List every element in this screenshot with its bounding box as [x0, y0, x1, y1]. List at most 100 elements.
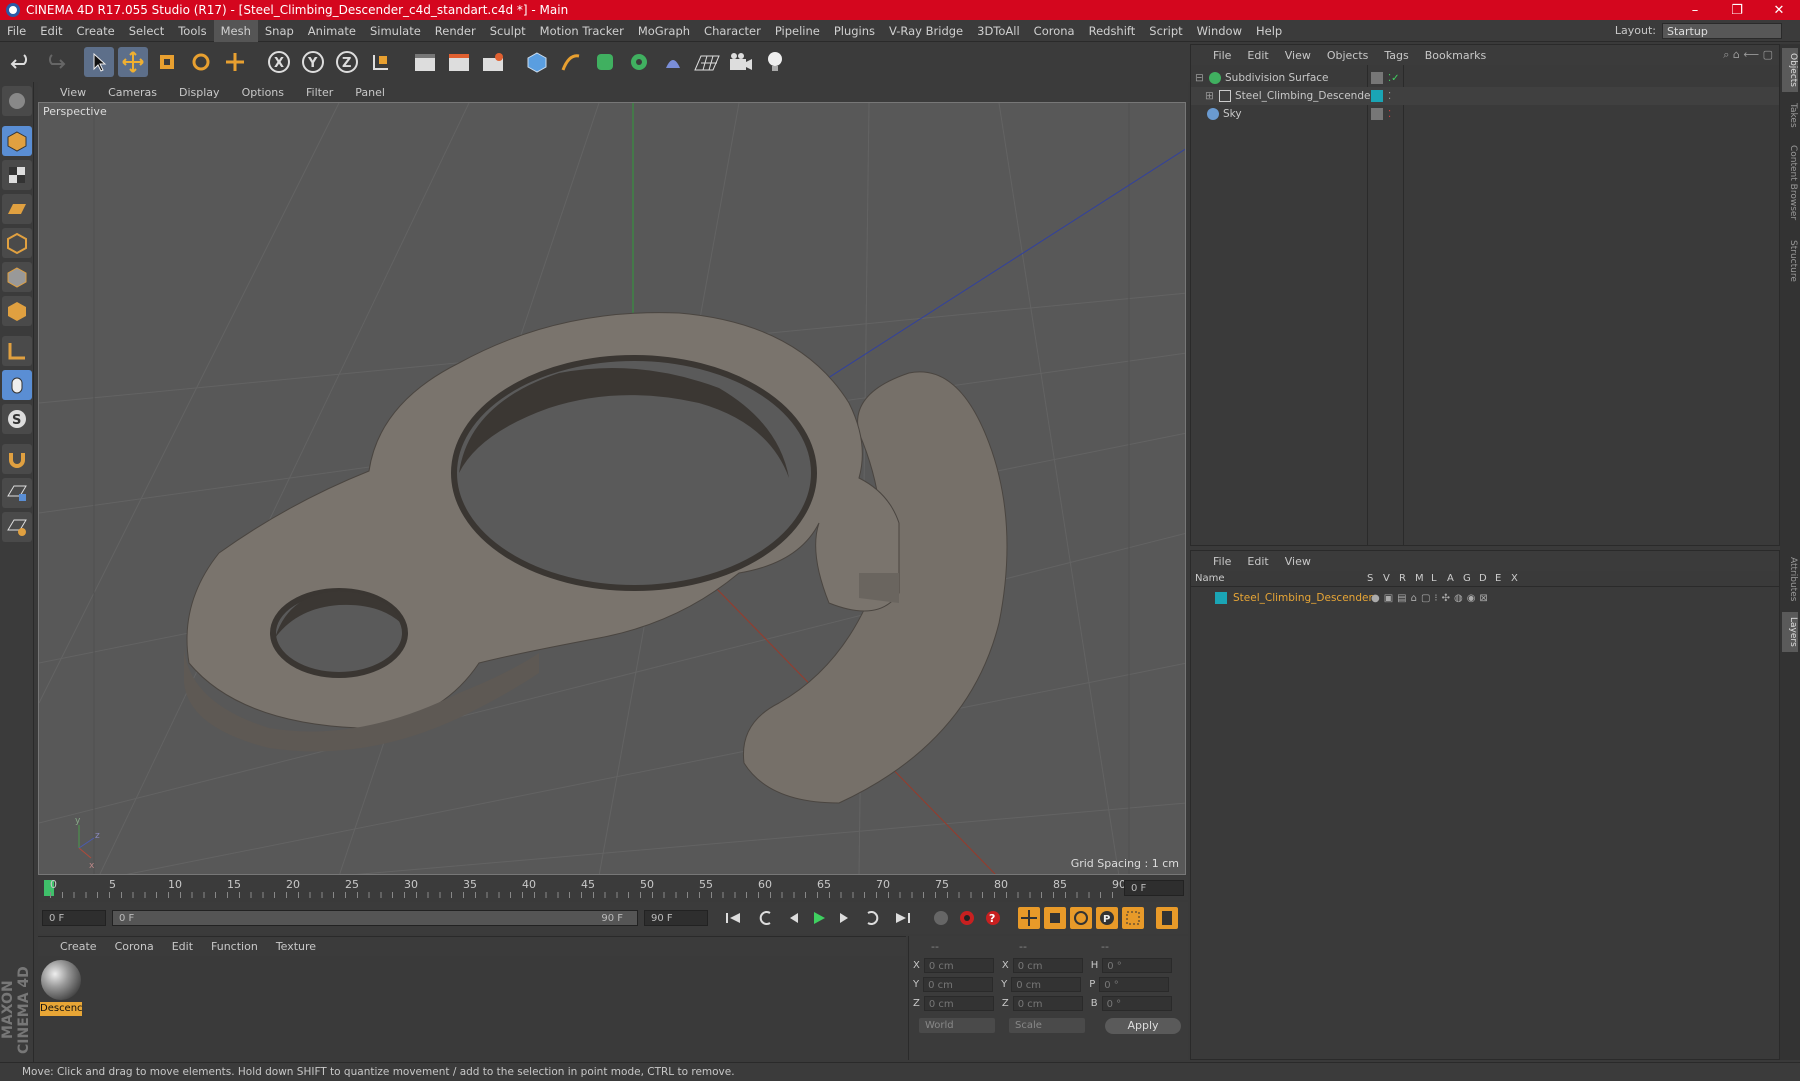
menu-plugins[interactable]: Plugins: [827, 20, 882, 42]
menu-create[interactable]: Create: [70, 20, 122, 42]
menu-redshift[interactable]: Redshift: [1082, 20, 1143, 42]
light-button[interactable]: [760, 47, 790, 77]
menu-simulate[interactable]: Simulate: [363, 20, 428, 42]
column-render[interactable]: R: [1399, 573, 1415, 584]
axis-mode-button[interactable]: [2, 336, 32, 366]
viewport-menu-filter[interactable]: Filter: [295, 86, 344, 99]
tab-layers[interactable]: Layers: [1782, 612, 1798, 652]
viewport-menu-options[interactable]: Options: [231, 86, 295, 99]
object-manager-search-icon[interactable]: ⌕ ⌂ ⟵ ▢: [1723, 48, 1779, 62]
key-position-button[interactable]: [1018, 907, 1040, 929]
live-select-button[interactable]: [220, 47, 250, 77]
rotate-tool-button[interactable]: [186, 47, 216, 77]
column-deformers[interactable]: D: [1479, 573, 1495, 584]
column-animation[interactable]: A: [1447, 573, 1463, 584]
menu-script[interactable]: Script: [1142, 20, 1189, 42]
key-pla-button[interactable]: [1122, 907, 1144, 929]
start-frame-field[interactable]: 0 F: [42, 910, 106, 926]
column-view[interactable]: V: [1383, 573, 1399, 584]
key-scale-button[interactable]: [1044, 907, 1066, 929]
layer-row-steel-climbing-descender[interactable]: Steel_Climbing_Descender ●▣▤⌂▢⁝✣◍◉⊠: [1191, 589, 1779, 607]
timeline-ruler[interactable]: 0 5 10 15 20 25 30 35 40 45 50 55 60 65 …: [38, 876, 1188, 900]
layer-menu-edit[interactable]: Edit: [1239, 555, 1276, 568]
model-mode-button[interactable]: [2, 126, 32, 156]
floor-button[interactable]: [692, 47, 722, 77]
tab-takes[interactable]: Takes: [1782, 98, 1798, 132]
column-manager[interactable]: M: [1415, 573, 1431, 584]
magnet-button[interactable]: [2, 444, 32, 474]
render-settings-button[interactable]: [478, 47, 508, 77]
column-generators[interactable]: G: [1463, 573, 1479, 584]
object-row-steel-climbing-descender[interactable]: ⊞ Steel_Climbing_Descender ⁚: [1191, 87, 1779, 105]
menu-window[interactable]: Window: [1190, 20, 1249, 42]
tab-content-browser[interactable]: Content Browser: [1782, 140, 1798, 226]
point-mode-button[interactable]: [2, 228, 32, 258]
position-z-field[interactable]: 0 cm: [923, 996, 994, 1011]
menu-corona[interactable]: Corona: [1027, 20, 1082, 42]
layer-tag-icon[interactable]: [1371, 108, 1383, 120]
menu-mesh[interactable]: Mesh: [213, 19, 258, 42]
coordinate-mode-dropdown[interactable]: World: [919, 1018, 995, 1033]
material-menu-texture[interactable]: Texture: [267, 940, 325, 953]
next-key-button[interactable]: [860, 907, 882, 929]
menu-render[interactable]: Render: [428, 20, 483, 42]
rotation-h-field[interactable]: 0 °: [1102, 958, 1173, 973]
grid-lock-button[interactable]: [2, 478, 32, 508]
object-menu-file[interactable]: File: [1191, 49, 1239, 62]
previous-key-button[interactable]: [756, 907, 778, 929]
viewport-menu-panel[interactable]: Panel: [344, 86, 396, 99]
make-editable-button[interactable]: [2, 86, 32, 116]
render-picture-viewer-button[interactable]: [444, 47, 474, 77]
x-axis-button[interactable]: X: [264, 47, 294, 77]
menu-mograph[interactable]: MoGraph: [631, 20, 697, 42]
record-motion-button[interactable]: [930, 907, 952, 929]
menu-select[interactable]: Select: [122, 20, 171, 42]
rotation-b-field[interactable]: 0 °: [1101, 996, 1172, 1011]
close-button[interactable]: ✕: [1758, 3, 1800, 18]
material-swatch[interactable]: Descenc: [40, 960, 82, 1016]
menu-motion-tracker[interactable]: Motion Tracker: [533, 20, 631, 42]
tweak-mode-button[interactable]: [2, 370, 32, 400]
workplane-mode-button[interactable]: [2, 194, 32, 224]
snap-button[interactable]: S: [2, 404, 32, 434]
key-parameter-button[interactable]: P: [1096, 907, 1118, 929]
position-y-field[interactable]: 0 cm: [923, 977, 994, 992]
layer-color-icon[interactable]: [1371, 90, 1383, 102]
column-solo[interactable]: S: [1367, 573, 1383, 584]
z-axis-button[interactable]: Z: [332, 47, 362, 77]
maximize-button[interactable]: ❐: [1716, 3, 1758, 18]
keyframe-selection-button[interactable]: ?: [982, 907, 1004, 929]
timeline-window-button[interactable]: [1156, 907, 1178, 929]
size-z-field[interactable]: 0 cm: [1012, 996, 1083, 1011]
pen-button[interactable]: [556, 47, 586, 77]
menu-snap[interactable]: Snap: [258, 20, 301, 42]
redo-button[interactable]: [40, 47, 70, 77]
size-y-field[interactable]: 0 cm: [1011, 977, 1082, 992]
coordinate-system-button[interactable]: [366, 47, 396, 77]
steel-climbing-descender-model[interactable]: [184, 312, 1008, 804]
tab-attributes[interactable]: Attributes: [1782, 550, 1798, 608]
layer-menu-file[interactable]: File: [1191, 555, 1239, 568]
polygon-mode-button[interactable]: [2, 296, 32, 326]
menu-sculpt[interactable]: Sculpt: [483, 20, 533, 42]
position-x-field[interactable]: 0 cm: [923, 958, 994, 973]
tab-structure[interactable]: Structure: [1782, 234, 1798, 288]
material-menu-create[interactable]: Create: [38, 940, 106, 953]
column-expressions[interactable]: E: [1495, 573, 1511, 584]
layer-menu-view[interactable]: View: [1277, 555, 1319, 568]
size-x-field[interactable]: 0 cm: [1012, 958, 1083, 973]
visibility-dots-icon[interactable]: ⁚: [1388, 109, 1391, 120]
menu-vray-bridge[interactable]: V-Ray Bridge: [882, 20, 970, 42]
autokey-button[interactable]: [956, 907, 978, 929]
collapse-icon[interactable]: ⊟: [1195, 72, 1205, 84]
minimize-button[interactable]: –: [1674, 3, 1716, 18]
layer-toggle-icons[interactable]: ●▣▤⌂▢⁝✣◍◉⊠: [1371, 593, 1492, 604]
render-view-button[interactable]: [410, 47, 440, 77]
go-to-end-button[interactable]: [892, 907, 914, 929]
end-frame-field[interactable]: 90 F: [644, 910, 708, 926]
column-xref[interactable]: X: [1511, 573, 1527, 584]
camera-button[interactable]: [726, 47, 756, 77]
y-axis-button[interactable]: Y: [298, 47, 328, 77]
viewport-menu-display[interactable]: Display: [168, 86, 231, 99]
menu-3dtoall[interactable]: 3DToAll: [970, 20, 1027, 42]
